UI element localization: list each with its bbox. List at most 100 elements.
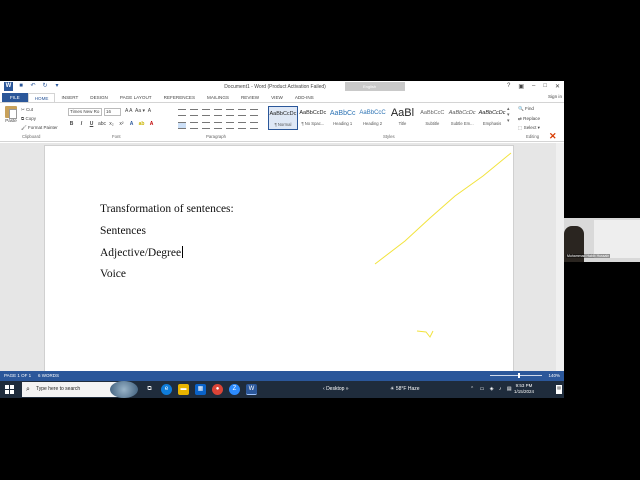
bold-button[interactable]: B [68, 121, 75, 127]
align-left-button[interactable] [178, 122, 186, 129]
tab-add-ins[interactable]: ADD-INS [289, 93, 320, 102]
style-name: Subtitle [425, 121, 440, 126]
zoom-icon[interactable]: Z [229, 384, 240, 395]
align-right-button[interactable] [202, 122, 210, 129]
clock[interactable]: 9:53 PM 1/15/2024 [514, 383, 534, 395]
undo-icon[interactable]: ↶ [29, 82, 37, 90]
find-button[interactable]: 🔍 Find [518, 105, 540, 113]
decrease-indent-button[interactable] [214, 109, 222, 116]
search-highlight-icon[interactable] [110, 381, 138, 398]
styles-more-icon[interactable]: ▴ ▾ ▾ [507, 106, 512, 132]
close-ink-icon[interactable]: ✕ [549, 131, 557, 142]
word-count[interactable]: 6 WORDS [38, 371, 59, 381]
font-grow-shrink[interactable]: A A Aa ▾ A [125, 108, 151, 114]
tab-mailings[interactable]: MAILINGS [201, 93, 235, 102]
word-taskbar-icon[interactable]: W [246, 384, 257, 395]
font-size-select[interactable]: 16 [104, 108, 121, 116]
quick-access-toolbar: W ■ ↶ ↻ ▾ [4, 82, 61, 91]
bullets-button[interactable] [178, 109, 186, 116]
line-spacing-button[interactable] [226, 122, 234, 129]
zoom-level[interactable]: 140% [548, 371, 560, 381]
style-sample: AaBbCcDc [478, 110, 506, 116]
redo-icon[interactable]: ↻ [41, 82, 49, 90]
weather-widget[interactable]: ☀ 58°F Haze [390, 386, 420, 392]
tab-references[interactable]: REFERENCES [158, 93, 201, 102]
align-center-button[interactable] [190, 122, 198, 129]
italic-button[interactable]: I [78, 121, 85, 127]
zoom-slider[interactable] [490, 375, 542, 376]
close-button[interactable]: ✕ [555, 83, 560, 90]
style-sample: AaBbCcDc [269, 111, 297, 117]
desktop-toolbar[interactable]: ‹ Desktop » [323, 386, 349, 392]
document-page[interactable]: Transformation of sentences: Sentences A… [44, 145, 514, 375]
format-painter-button[interactable]: 🖌 Format Painter [21, 124, 58, 131]
style-heading-2[interactable]: AaBbCcC Heading 2 [358, 106, 388, 130]
language-box[interactable]: English [345, 82, 405, 91]
copy-label: Copy [25, 116, 36, 121]
show-marks-button[interactable] [250, 109, 258, 116]
zoom-slider-knob[interactable] [518, 373, 520, 378]
cut-button[interactable]: ✂ Cut [21, 106, 58, 113]
chrome-icon[interactable]: ● [212, 384, 223, 395]
maximize-button[interactable]: □ [543, 83, 547, 90]
numbering-button[interactable] [190, 109, 198, 116]
strike-button[interactable]: abc [98, 121, 106, 127]
borders-button[interactable] [250, 122, 258, 129]
start-button[interactable] [5, 385, 14, 394]
tab-insert[interactable]: INSERT [55, 93, 84, 102]
weather-text: Haze [407, 386, 420, 392]
font-color-button[interactable]: A [148, 121, 155, 127]
sign-in-link[interactable]: Sign in [548, 94, 562, 99]
tab-review[interactable]: REVIEW [235, 93, 265, 102]
whiteboard [594, 220, 640, 258]
page-count[interactable]: PAGE 1 OF 1 [4, 371, 31, 381]
highlight-button[interactable]: ab [138, 121, 145, 127]
replace-button[interactable]: ⇄ Replace [518, 115, 540, 123]
subscript-button[interactable]: x₂ [108, 121, 115, 127]
select-button[interactable]: ⬚ Select ▾ [518, 124, 540, 132]
style-normal[interactable]: AaBbCcDc ¶ Normal [268, 106, 298, 130]
taskbar: ⌕ Type here to search ⧉ e ▬ ▦ ● Z W ‹ De… [0, 381, 564, 398]
ribbon-display-icon[interactable]: ▣ [518, 83, 524, 90]
style-emphasis[interactable]: AaBbCcDc Emphasis [477, 106, 507, 130]
sort-button[interactable] [238, 109, 246, 116]
style-subtitle[interactable]: AaBbCcC Subtitle [417, 106, 447, 130]
style-subtle-emphasis[interactable]: AaBbCcDc Subtle Em... [447, 106, 477, 130]
ink-stroke-check [416, 330, 434, 338]
tab-file[interactable]: FILE [2, 93, 28, 102]
taskbar-apps: ⧉ e ▬ ▦ ● Z W [144, 384, 257, 395]
taskbar-search[interactable]: ⌕ Type here to search [22, 382, 122, 397]
tab-home[interactable]: HOME [27, 93, 56, 102]
text-effects-button[interactable]: A [128, 121, 135, 127]
system-tray[interactable]: ⌃ ▭ ◈ ♪ ▤ [470, 386, 514, 392]
copy-button[interactable]: ⧉ Copy [21, 115, 58, 122]
notification-icon[interactable]: ▤ [556, 385, 562, 394]
store-icon[interactable]: ▦ [195, 384, 206, 395]
save-icon[interactable]: ■ [17, 82, 25, 90]
vertical-scrollbar[interactable] [556, 143, 564, 371]
multilevel-button[interactable] [202, 109, 210, 116]
style-no-spacing[interactable]: AaBbCcDc ¶ No Spac... [298, 106, 328, 130]
help-icon[interactable]: ? [507, 83, 510, 90]
font-name-select[interactable]: Times New Ro [68, 108, 102, 116]
file-explorer-icon[interactable]: ▬ [178, 384, 189, 395]
increase-indent-button[interactable] [226, 109, 234, 116]
style-heading-1[interactable]: AaBbCc Heading 1 [328, 106, 358, 130]
style-title[interactable]: AaBl Title [388, 106, 418, 130]
screen: W ■ ↶ ↻ ▾ Document1 - Word (Product Acti… [0, 0, 640, 480]
tab-design[interactable]: DESIGN [84, 93, 114, 102]
desktop-label: Desktop [326, 386, 345, 392]
task-view-icon[interactable]: ⧉ [144, 384, 155, 395]
minimize-button[interactable]: – [532, 83, 535, 90]
document-area: Transformation of sentences: Sentences A… [0, 143, 564, 375]
edge-icon[interactable]: e [161, 384, 172, 395]
superscript-button[interactable]: x² [118, 121, 125, 127]
paste-button[interactable]: Paste [4, 106, 18, 123]
shading-button[interactable] [238, 122, 246, 129]
tab-page-layout[interactable]: PAGE LAYOUT [114, 93, 158, 102]
underline-button[interactable]: U [88, 121, 95, 127]
clock-date: 1/15/2024 [514, 389, 535, 394]
customize-icon[interactable]: ▾ [53, 82, 61, 90]
justify-button[interactable] [214, 122, 222, 129]
tab-view[interactable]: VIEW [265, 93, 289, 102]
